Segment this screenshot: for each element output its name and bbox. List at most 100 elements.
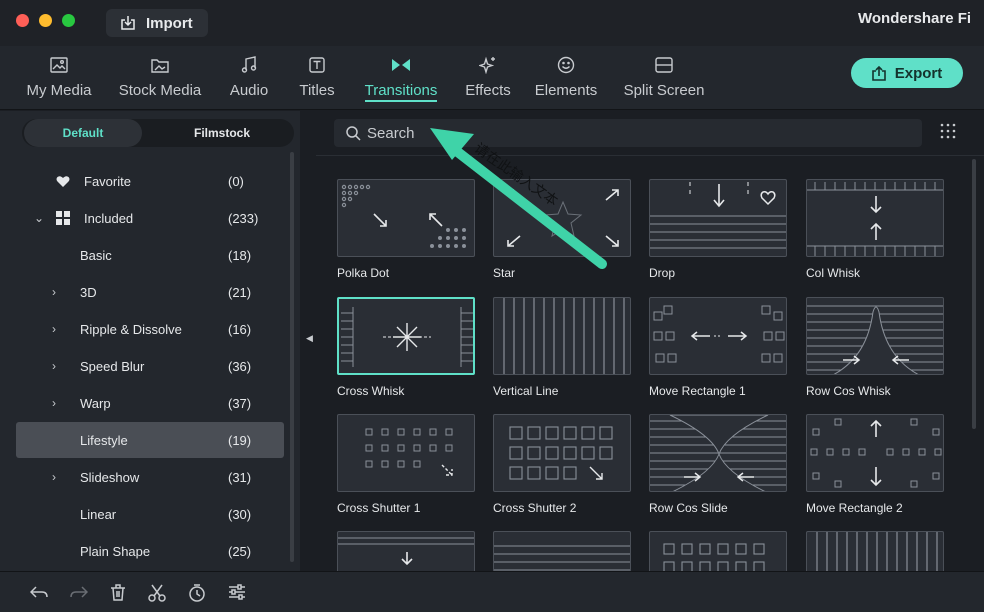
category-count: (233) — [228, 211, 259, 226]
transition-label: Col Whisk — [806, 266, 861, 280]
transition-card-cross-shutter-1[interactable]: Cross Shutter 1 — [337, 414, 477, 515]
import-button[interactable]: Import — [106, 9, 208, 37]
transition-card-star[interactable]: Star — [493, 179, 633, 280]
transition-thumbnail — [806, 179, 944, 257]
music-note-icon — [241, 56, 257, 73]
category-slideshow[interactable]: › Slideshow (31) — [16, 459, 284, 495]
chevron-right-icon: › — [52, 470, 56, 484]
tab-my-media-label: My Media — [26, 82, 92, 99]
category-count: (31) — [228, 470, 252, 485]
tab-audio[interactable]: Audio — [224, 54, 274, 99]
category-warp[interactable]: › Warp (37) — [16, 385, 284, 421]
transition-label: Cross Shutter 1 — [337, 501, 421, 515]
search-input[interactable]: Search — [334, 119, 922, 147]
transition-thumbnail — [806, 414, 944, 492]
heart-icon — [56, 176, 70, 187]
chevron-right-icon: › — [52, 396, 56, 410]
tab-transitions[interactable]: Transitions — [358, 54, 444, 102]
transition-thumbnail — [649, 414, 787, 492]
tab-filmstock[interactable]: Filmstock — [152, 119, 292, 147]
import-icon — [121, 16, 135, 30]
tab-transitions-label: Transitions — [364, 82, 438, 102]
category-lifestyle[interactable]: Lifestyle (19) — [16, 422, 284, 458]
category-included[interactable]: ⌄ Included (233) — [16, 200, 284, 236]
transition-card-cross-shutter-2[interactable]: Cross Shutter 2 — [493, 414, 633, 515]
search-icon — [346, 125, 361, 141]
tab-split-screen-label: Split Screen — [623, 82, 705, 99]
adjust-sliders-icon[interactable] — [228, 584, 246, 600]
tab-split-screen[interactable]: Split Screen — [617, 54, 711, 99]
transition-card-col-whisk[interactable]: Col Whisk — [806, 179, 946, 280]
transition-thumbnail — [806, 297, 944, 375]
tab-effects[interactable]: Effects — [460, 54, 516, 99]
tab-default[interactable]: Default — [24, 119, 142, 147]
transition-thumbnail — [493, 414, 631, 492]
category-plain-shape[interactable]: Plain Shape (25) — [16, 533, 284, 569]
category-speed-blur[interactable]: › Speed Blur (36) — [16, 348, 284, 384]
category-scrollbar[interactable] — [290, 152, 294, 562]
bowtie-icon — [392, 59, 410, 71]
chevron-right-icon: › — [52, 359, 56, 373]
main-toolbar: My Media Stock Media Audio Titles Transi… — [0, 46, 984, 110]
speed-timer-icon[interactable] — [188, 584, 206, 602]
transition-thumbnail — [337, 297, 475, 375]
tab-audio-label: Audio — [229, 82, 269, 99]
export-button[interactable]: Export — [851, 58, 963, 88]
transition-card-polka-dot[interactable]: Polka Dot — [337, 179, 477, 280]
category-basic[interactable]: Basic (18) — [16, 237, 284, 273]
transition-label: Star — [493, 266, 516, 280]
close-window-button[interactable] — [16, 14, 29, 27]
category-count: (25) — [228, 544, 252, 559]
scissors-icon[interactable] — [148, 584, 166, 602]
collapse-panel-icon[interactable]: ◀ — [306, 333, 313, 344]
transition-label: Move Rectangle 1 — [649, 384, 746, 398]
transition-thumbnail — [337, 179, 475, 257]
category-label: Warp — [80, 396, 111, 411]
transition-card-row-cos-whisk[interactable]: Row Cos Whisk — [806, 297, 946, 398]
transition-thumbnail — [649, 179, 787, 257]
category-linear[interactable]: Linear (30) — [16, 496, 284, 532]
minimize-window-button[interactable] — [39, 14, 52, 27]
transition-thumbnail — [337, 414, 475, 492]
tab-stock-media[interactable]: Stock Media — [112, 54, 208, 99]
tab-elements-label: Elements — [534, 82, 598, 99]
grid-view-icon[interactable] — [940, 123, 956, 139]
undo-icon[interactable] — [30, 584, 48, 600]
category-count: (16) — [228, 322, 252, 337]
category-3d[interactable]: › 3D (21) — [16, 274, 284, 310]
category-label: Lifestyle — [80, 433, 128, 448]
tab-elements[interactable]: Elements — [530, 54, 602, 99]
tab-effects-label: Effects — [465, 82, 511, 99]
chevron-down-icon: ⌄ — [34, 211, 45, 225]
maximize-window-button[interactable] — [62, 14, 75, 27]
category-favorite[interactable]: Favorite (0) — [16, 163, 284, 199]
transition-label: Polka Dot — [337, 266, 390, 280]
category-count: (0) — [228, 174, 244, 189]
transition-card-vertical-line[interactable]: Vertical Line — [493, 297, 633, 398]
search-placeholder: Search — [367, 124, 415, 142]
transition-card-row-cos-slide[interactable]: Row Cos Slide — [649, 414, 789, 515]
redo-icon[interactable] — [70, 584, 88, 600]
split-screen-icon — [655, 57, 673, 73]
trash-icon[interactable] — [110, 584, 126, 601]
sparkle-icon — [479, 56, 495, 74]
smiley-icon — [557, 56, 575, 74]
transition-card-drop[interactable]: Drop — [649, 179, 789, 280]
transition-label: Row Cos Slide — [649, 501, 728, 515]
category-count: (36) — [228, 359, 252, 374]
transition-card-move-rectangle-2[interactable]: Move Rectangle 2 — [806, 414, 946, 515]
tab-titles[interactable]: Titles — [294, 54, 340, 99]
category-label: Speed Blur — [80, 359, 145, 374]
transition-label: Row Cos Whisk — [806, 384, 891, 398]
tab-my-media[interactable]: My Media — [22, 54, 96, 99]
transition-card-cross-whisk[interactable]: Cross Whisk — [337, 297, 477, 398]
transition-card-move-rectangle-1[interactable]: Move Rectangle 1 — [649, 297, 789, 398]
category-label: Slideshow — [80, 470, 140, 485]
grid-icon — [56, 211, 70, 225]
category-label: Favorite — [84, 174, 131, 189]
transition-label: Cross Shutter 2 — [493, 501, 577, 515]
transition-thumbnail — [649, 297, 787, 375]
transition-label: Move Rectangle 2 — [806, 501, 903, 515]
library-scrollbar[interactable] — [972, 159, 976, 429]
category-ripple-dissolve[interactable]: › Ripple & Dissolve (16) — [16, 311, 284, 347]
